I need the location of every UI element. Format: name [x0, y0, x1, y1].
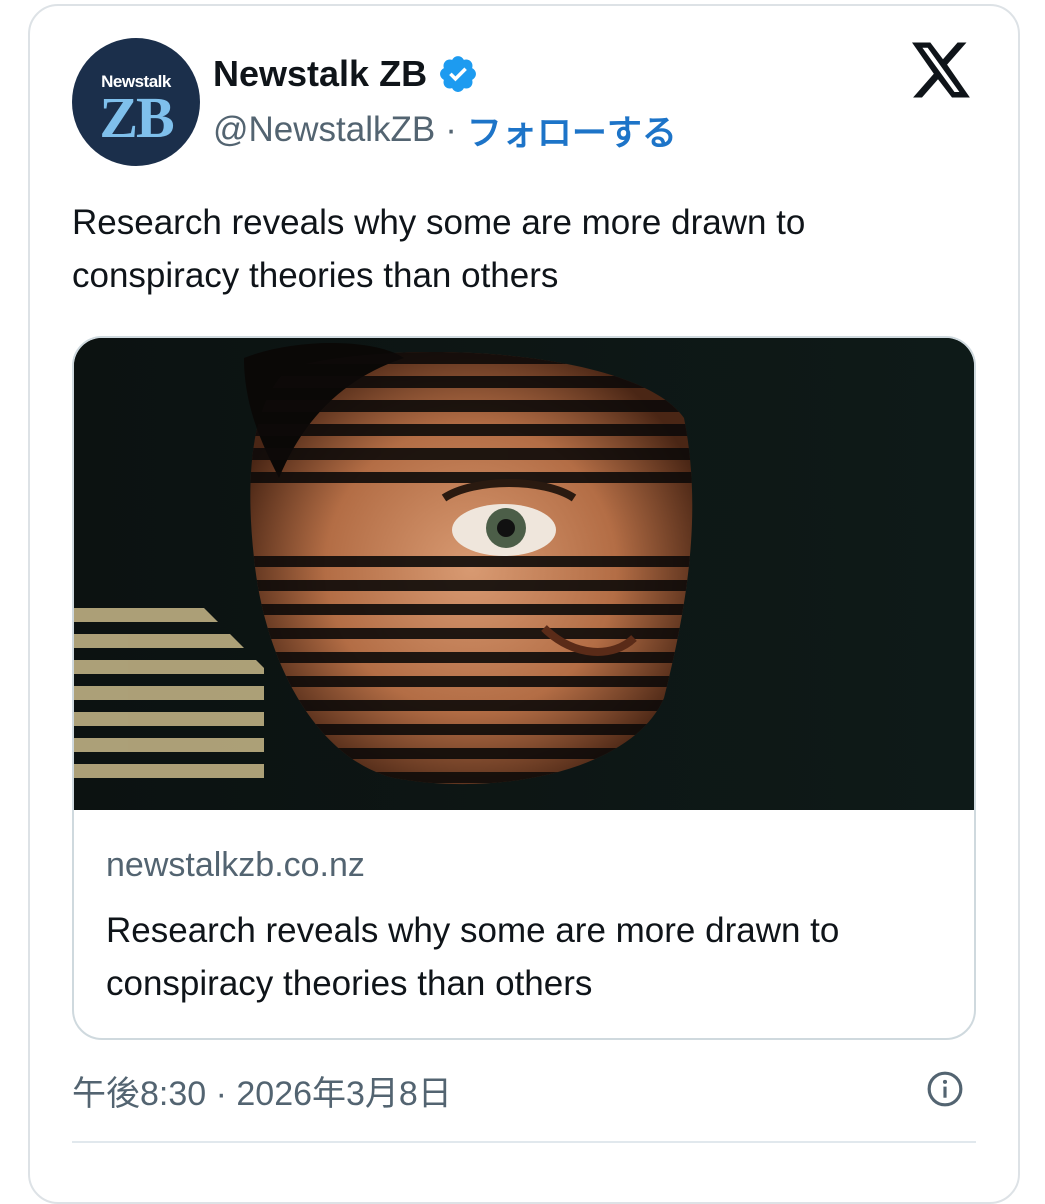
- author-handle[interactable]: @NewstalkZB: [213, 110, 435, 150]
- follow-button[interactable]: フォローする: [467, 105, 677, 156]
- avatar[interactable]: Newstalk ZB: [72, 38, 200, 166]
- link-preview-card[interactable]: newstalkzb.co.nz Research reveals why so…: [72, 336, 976, 1040]
- separator-dot: ·: [445, 110, 457, 149]
- verified-badge-icon: [440, 56, 477, 92]
- author-name[interactable]: Newstalk ZB: [213, 53, 427, 95]
- link-title[interactable]: Research reveals why some are more drawn…: [106, 904, 956, 1010]
- author-name-row[interactable]: Newstalk ZB: [213, 52, 479, 96]
- link-domain[interactable]: newstalkzb.co.nz: [106, 846, 365, 885]
- tweet-timestamp[interactable]: 午後8:30 · 2026年3月8日: [72, 1066, 452, 1115]
- avatar-main-text: ZB: [99, 85, 174, 150]
- x-logo-icon[interactable]: [912, 42, 972, 98]
- info-icon[interactable]: [926, 1070, 964, 1108]
- link-preview-image[interactable]: [74, 338, 974, 810]
- divider: [72, 1141, 976, 1143]
- tweet-text: Research reveals why some are more drawn…: [72, 203, 806, 295]
- handle-row: @NewstalkZB · フォローする: [213, 108, 677, 153]
